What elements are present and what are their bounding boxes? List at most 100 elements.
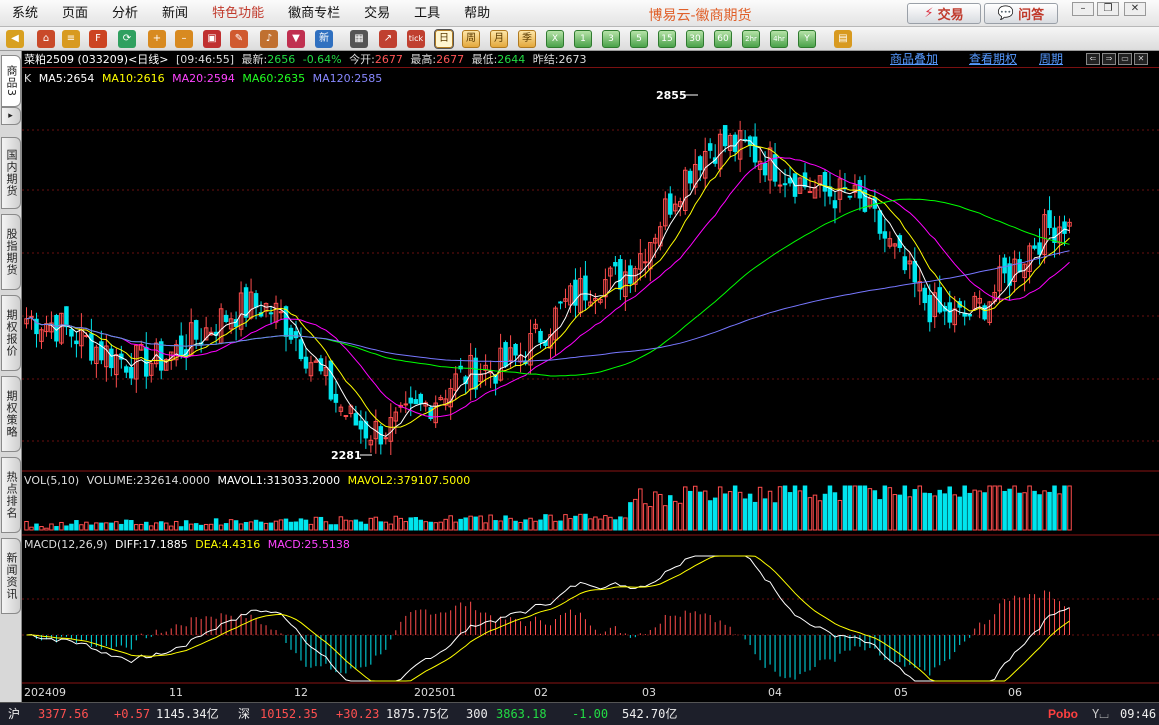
period-30min[interactable]: 30 (686, 30, 704, 48)
tick-icon[interactable]: tick (407, 30, 425, 48)
volume-bar (932, 495, 938, 531)
volume-bar (588, 518, 593, 531)
period-year[interactable]: Y (798, 30, 816, 48)
volume-bar (478, 515, 483, 531)
candle-body (124, 366, 129, 373)
tab-news[interactable]: 新闻资讯 (1, 538, 21, 614)
candle-body (408, 397, 414, 404)
period-quarter[interactable]: 季 (518, 30, 536, 48)
volume-bar (273, 520, 279, 531)
f10-icon[interactable]: F (89, 30, 107, 48)
home-icon[interactable]: ⌂ (37, 30, 55, 48)
refresh-icon[interactable]: ⟳ (118, 30, 136, 48)
period-x[interactable]: X (546, 30, 564, 48)
collapse-arrow-icon[interactable]: ▸ (1, 107, 21, 125)
volume-bar (1067, 485, 1072, 531)
back-icon[interactable]: ◀ (6, 30, 24, 48)
tab-index-futures[interactable]: 股指期货 (1, 214, 21, 290)
volume-bar (268, 522, 274, 531)
period-5min[interactable]: 5 (630, 30, 648, 48)
grid-layout-icon[interactable]: ▤ (834, 30, 852, 48)
minimize-icon[interactable]: – (1072, 2, 1094, 16)
close-icon[interactable]: ✕ (1124, 2, 1146, 16)
volume-bar (593, 516, 598, 531)
window-icon[interactable]: ▣ (203, 30, 221, 48)
high-annotation: 2855 (656, 89, 687, 102)
dea-line (26, 555, 1070, 682)
volume-bar (707, 500, 713, 531)
volume-bar (114, 521, 119, 531)
volume-bar (318, 516, 324, 531)
tab-hot-ranking[interactable]: 热点排名 (1, 457, 21, 533)
volume-bar (388, 523, 394, 531)
sz-index: 10152.35 (260, 707, 318, 721)
moving-averages (26, 138, 1070, 437)
line-chart-icon[interactable]: ↗ (379, 30, 397, 48)
menu-huishang-column[interactable]: 徽商专栏 (276, 0, 352, 27)
volume-bar (618, 516, 623, 531)
volume-bar (842, 485, 848, 531)
table-icon[interactable]: ▦ (350, 30, 368, 48)
filter-icon[interactable]: ▼ (287, 30, 305, 48)
period-week[interactable]: 周 (462, 30, 480, 48)
volume-bar (717, 486, 723, 531)
menu-system[interactable]: 系统 (0, 0, 50, 27)
period-1min[interactable]: 1 (574, 30, 592, 48)
zoom-out-icon[interactable]: – (175, 30, 193, 48)
signal-icon: Y⌴ (1092, 707, 1109, 721)
period-4hr[interactable]: 4hr (770, 30, 788, 48)
tab-option-quotes[interactable]: 期权报价 (1, 295, 21, 371)
period-15min[interactable]: 15 (658, 30, 676, 48)
tab-commodity[interactable]: 商品3 (1, 55, 21, 107)
x-tick-label: 06 (1008, 686, 1022, 699)
alarm-bell-icon[interactable]: ♪ (260, 30, 278, 48)
menu-trade[interactable]: 交易 (352, 0, 402, 27)
volume-bar (443, 518, 448, 531)
candle-body (328, 360, 334, 400)
candle-body (643, 261, 648, 264)
tab-domestic-futures[interactable]: 国内期货 (1, 137, 21, 209)
menu-help[interactable]: 帮助 (452, 0, 502, 27)
zoom-in-icon[interactable]: + (148, 30, 166, 48)
volume-bar (353, 519, 359, 531)
period-day[interactable]: 日 (434, 29, 454, 49)
ask-button[interactable]: 💬 问答 (984, 3, 1058, 24)
period-3min[interactable]: 3 (602, 30, 620, 48)
candle-body (668, 193, 673, 215)
volume-bar (208, 523, 214, 531)
volume-bar (69, 523, 74, 531)
volume-bar (413, 517, 418, 531)
candle-body (158, 341, 164, 371)
new-icon[interactable]: 新 (315, 30, 333, 48)
database-icon[interactable]: ≡ (62, 30, 80, 48)
restore-icon[interactable]: ❐ (1097, 2, 1119, 16)
menu-tools[interactable]: 工具 (402, 0, 452, 27)
period-2hr[interactable]: 2hr (742, 30, 760, 48)
candle-body (278, 311, 284, 314)
menu-analysis[interactable]: 分析 (100, 0, 150, 27)
draw-pen-icon[interactable]: ✎ (230, 30, 248, 48)
volume-bar (89, 524, 94, 531)
period-month[interactable]: 月 (490, 30, 508, 48)
candle-body (1017, 259, 1022, 273)
candle-body (54, 314, 59, 342)
trade-button[interactable]: ⚡ 交易 (907, 3, 981, 24)
menu-special-features[interactable]: 特色功能 (200, 0, 276, 27)
candle-body (69, 329, 74, 337)
sh-index: 3377.56 (38, 707, 89, 721)
candle-body (288, 327, 294, 340)
candlestick-chart[interactable]: 2855 2281 202409 11 12 202501 02 03 04 0… (22, 51, 1159, 702)
volume-bar (922, 492, 928, 531)
candle-body (722, 125, 728, 147)
volume-bar (79, 524, 84, 531)
volume-bar (54, 526, 59, 531)
volume-bar (323, 521, 329, 531)
candle-body (912, 260, 918, 283)
menu-page[interactable]: 页面 (50, 0, 100, 27)
candle-body (1002, 257, 1007, 274)
menu-news[interactable]: 新闻 (150, 0, 200, 27)
period-60min[interactable]: 60 (714, 30, 732, 48)
tab-option-strategy[interactable]: 期权策略 (1, 376, 21, 452)
volume-bar (513, 520, 518, 531)
candle-body (473, 357, 478, 390)
